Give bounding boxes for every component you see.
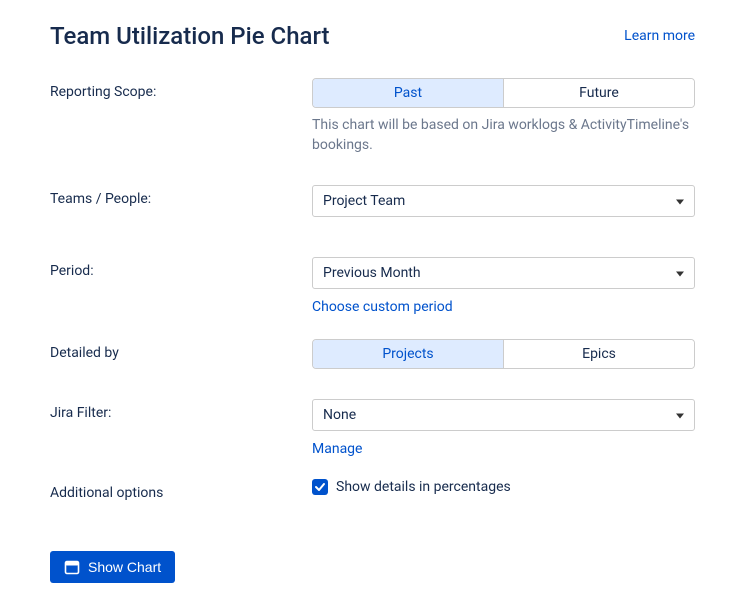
reporting-scope-toggle: Past Future (312, 78, 695, 108)
show-chart-button[interactable]: Show Chart (50, 551, 175, 583)
jira-filter-label: Jira Filter: (50, 399, 312, 421)
header: Team Utilization Pie Chart Learn more (50, 22, 695, 50)
teams-select[interactable]: Project Team (312, 185, 695, 217)
calendar-icon (64, 559, 80, 575)
teams-label: Teams / People: (50, 185, 312, 207)
additional-options-row: Additional options Show details in perce… (50, 479, 695, 501)
show-details-checkbox[interactable] (312, 479, 328, 495)
page-title: Team Utilization Pie Chart (50, 22, 330, 50)
reporting-scope-label: Reporting Scope: (50, 78, 312, 100)
detailed-projects-button[interactable]: Projects (313, 340, 504, 368)
custom-period-link[interactable]: Choose custom period (312, 299, 453, 315)
scope-past-button[interactable]: Past (313, 79, 504, 107)
check-icon (314, 481, 326, 493)
detailed-by-toggle: Projects Epics (312, 339, 695, 369)
jira-filter-select[interactable]: None (312, 399, 695, 431)
detailed-by-label: Detailed by (50, 339, 312, 361)
scope-help-text: This chart will be based on Jira worklog… (312, 116, 695, 155)
show-chart-label: Show Chart (88, 559, 161, 575)
period-row: Period: Previous Month Choose custom per… (50, 257, 695, 315)
period-select[interactable]: Previous Month (312, 257, 695, 289)
show-details-label: Show details in percentages (336, 479, 511, 495)
chart-config-form: Team Utilization Pie Chart Learn more Re… (0, 0, 745, 613)
reporting-scope-row: Reporting Scope: Past Future This chart … (50, 78, 695, 155)
additional-options-label: Additional options (50, 479, 312, 501)
jira-filter-row: Jira Filter: None Manage (50, 399, 695, 457)
detailed-epics-button[interactable]: Epics (504, 340, 694, 368)
jira-filter-value: None (323, 407, 356, 423)
manage-filter-link[interactable]: Manage (312, 441, 362, 457)
scope-future-button[interactable]: Future (504, 79, 694, 107)
teams-select-value: Project Team (323, 193, 405, 209)
period-select-value: Previous Month (323, 265, 421, 281)
learn-more-link[interactable]: Learn more (624, 28, 695, 44)
detailed-by-row: Detailed by Projects Epics (50, 339, 695, 369)
period-label: Period: (50, 257, 312, 279)
teams-row: Teams / People: Project Team (50, 185, 695, 217)
